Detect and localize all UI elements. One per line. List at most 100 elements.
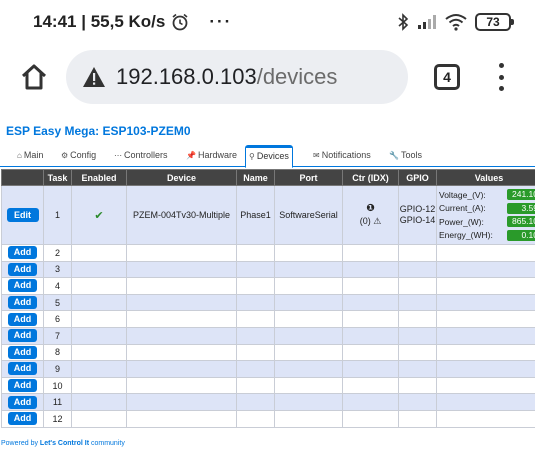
more-notifications-icon: ···	[209, 12, 233, 31]
empty-cell	[71, 360, 127, 378]
tab-controllers[interactable]: ⋯ Controllers	[111, 147, 171, 167]
edit-button[interactable]: Edit	[6, 208, 39, 222]
footer-link[interactable]: Let's Control It	[40, 440, 89, 447]
value-row: Voltage_(V): 241.10	[438, 188, 535, 202]
task-number: 5	[43, 293, 72, 312]
empty-cell	[71, 293, 127, 312]
task-number: 11	[43, 393, 72, 411]
home-icon[interactable]	[19, 62, 49, 92]
tab-switcher-button[interactable]: 4	[434, 64, 460, 90]
task-number: 2	[43, 244, 72, 262]
tab-main[interactable]: ⌂ Main	[14, 147, 46, 167]
empty-cell	[398, 326, 437, 345]
alarm-icon	[171, 13, 189, 31]
column-header-gpio: GPIO	[398, 169, 437, 186]
empty-cell	[274, 326, 343, 345]
empty-cell	[236, 343, 275, 362]
browser-menu-button[interactable]	[497, 63, 505, 91]
plug-icon: ⚲	[249, 152, 255, 161]
add-button[interactable]: Add	[8, 246, 37, 260]
empty-cell	[126, 360, 237, 378]
tab-tools[interactable]: 🔧 Tools	[386, 147, 425, 167]
empty-cell	[274, 393, 343, 411]
empty-cell	[236, 326, 275, 345]
battery-icon: 73	[475, 13, 514, 31]
table-row: Add 3	[1, 260, 535, 279]
empty-cell	[274, 277, 343, 295]
add-button[interactable]: Add	[8, 345, 37, 359]
empty-cell	[274, 260, 343, 279]
status-left: 14:41 | 55,5 Ko/s ···	[33, 12, 233, 31]
empty-cell	[342, 293, 399, 312]
add-button[interactable]: Add	[8, 362, 37, 376]
value-name: Voltage_(V):	[439, 189, 486, 200]
empty-cell	[398, 293, 437, 312]
column-header	[1, 169, 44, 186]
empty-cell	[126, 293, 237, 312]
empty-cell	[398, 260, 437, 279]
ctr-idx-value: (0) ⚠	[359, 216, 382, 226]
empty-cell	[71, 244, 127, 262]
empty-cell	[398, 393, 437, 411]
empty-cell	[342, 310, 399, 328]
empty-cell	[71, 343, 127, 362]
empty-cell	[236, 244, 275, 262]
empty-cell	[398, 277, 437, 295]
empty-cell	[342, 343, 399, 362]
web-page: ESP Easy Mega: ESP103-PZEM0 ⌂ Main ⚙ Confi…	[0, 110, 535, 466]
add-button[interactable]: Add	[8, 395, 37, 409]
device-name: PZEM-004Tv30-Multiple	[126, 185, 237, 245]
nav-tabs: ⌂ Main ⚙ Config ⋯ Controllers 📌 Hardware ⚲ De…	[0, 145, 535, 168]
address-bar[interactable]: 192.168.0.103/devices	[66, 50, 408, 104]
task-number: 12	[43, 409, 72, 428]
warning-icon[interactable]	[82, 66, 106, 88]
empty-cell	[436, 409, 535, 428]
empty-cell	[71, 277, 127, 295]
empty-cell	[126, 409, 237, 428]
menu-dot-icon	[498, 74, 504, 80]
gear-icon: ⚙	[61, 151, 69, 160]
value-badge: 241.10	[507, 189, 535, 201]
table-row: Add 4	[1, 277, 535, 295]
add-button[interactable]: Add	[8, 312, 37, 326]
task-number: 9	[43, 360, 72, 378]
empty-cell	[342, 244, 399, 262]
table-row: Add 12	[1, 409, 535, 428]
add-button[interactable]: Add	[8, 279, 37, 293]
add-button[interactable]: Add	[8, 379, 37, 393]
table-row: Add 5	[1, 293, 535, 312]
empty-cell	[342, 393, 399, 411]
tab-config[interactable]: ⚙ Config	[58, 147, 99, 167]
add-button[interactable]: Add	[8, 296, 37, 310]
tab-hardware[interactable]: 📌 Hardware	[183, 147, 240, 167]
mail-icon: ✉	[313, 151, 320, 160]
empty-cell	[342, 326, 399, 345]
empty-cell	[236, 277, 275, 295]
empty-cell	[398, 343, 437, 362]
empty-cell	[436, 277, 535, 295]
status-right: 73	[397, 13, 514, 31]
add-button[interactable]: Add	[8, 329, 37, 343]
value-row: Current_(A): 3.59	[438, 202, 535, 216]
tab-devices[interactable]: ⚲ Devices	[245, 145, 293, 168]
empty-cell	[71, 260, 127, 279]
task-number: 4	[43, 277, 72, 295]
table-row: Add 8	[1, 343, 535, 362]
empty-cell	[436, 244, 535, 262]
wrench-icon: 🔧	[389, 151, 399, 160]
empty-cell	[398, 376, 437, 395]
clock: 14:41	[33, 12, 77, 31]
add-button[interactable]: Add	[8, 412, 37, 426]
empty-cell	[126, 393, 237, 411]
empty-cell	[274, 310, 343, 328]
add-button[interactable]: Add	[8, 262, 37, 276]
menu-dot-icon	[498, 86, 504, 91]
tab-notifications[interactable]: ✉ Notifications	[310, 147, 374, 167]
empty-cell	[342, 360, 399, 378]
status-bar: 14:41 | 55,5 Ko/s ··· 73	[0, 0, 535, 48]
table-row: Add 6	[1, 310, 535, 328]
url-text[interactable]: 192.168.0.103/devices	[116, 64, 337, 90]
empty-cell	[398, 360, 437, 378]
empty-cell	[236, 376, 275, 395]
task-number: 1	[43, 185, 72, 245]
